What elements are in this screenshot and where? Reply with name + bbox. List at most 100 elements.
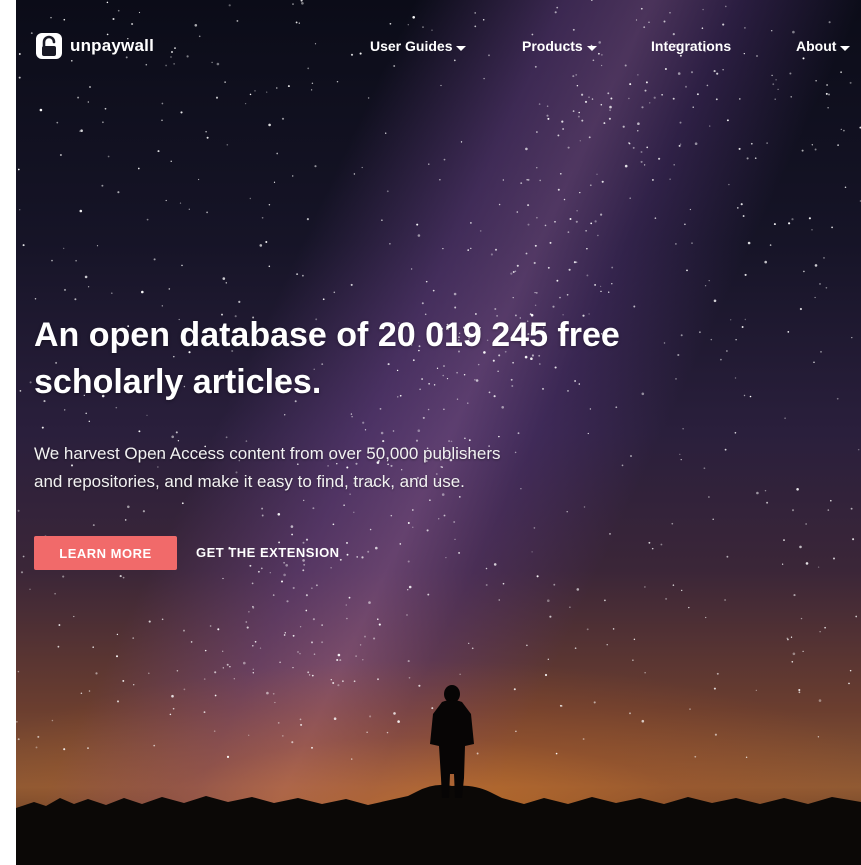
star	[501, 406, 505, 409]
star	[468, 642, 470, 645]
star	[648, 541, 651, 544]
star	[350, 283, 353, 286]
star	[792, 652, 796, 656]
star	[252, 668, 254, 670]
star	[678, 144, 681, 147]
star	[696, 93, 699, 96]
star	[62, 575, 65, 578]
star	[556, 279, 559, 282]
star	[578, 111, 580, 114]
star	[464, 437, 466, 440]
star	[479, 230, 482, 232]
star	[261, 216, 264, 219]
star	[651, 178, 654, 181]
star	[799, 307, 802, 311]
hero-background: unpaywall User Guides Products Integrati…	[16, 0, 861, 865]
star	[533, 527, 536, 529]
star	[546, 105, 549, 107]
star	[544, 224, 547, 227]
star	[544, 673, 548, 677]
star	[793, 594, 796, 597]
star	[407, 522, 410, 524]
star	[552, 305, 555, 308]
nav-products[interactable]: Products	[522, 38, 597, 54]
star	[34, 297, 37, 300]
star	[115, 406, 118, 409]
star	[584, 100, 588, 103]
nav-integrations[interactable]: Integrations	[651, 38, 731, 54]
star	[246, 626, 249, 629]
star	[583, 506, 586, 508]
star	[252, 672, 254, 674]
star	[205, 130, 207, 133]
star	[214, 671, 217, 674]
star	[692, 106, 694, 108]
star	[686, 269, 688, 272]
star	[137, 167, 140, 170]
star	[536, 131, 538, 133]
star	[346, 541, 348, 544]
star	[337, 653, 341, 657]
star	[87, 101, 89, 103]
star	[594, 283, 597, 286]
star	[63, 409, 66, 411]
star	[628, 97, 630, 100]
star	[261, 514, 264, 517]
star	[535, 292, 538, 294]
learn-more-button[interactable]: LEARN MORE	[34, 536, 177, 570]
star	[643, 164, 646, 166]
star	[170, 160, 172, 162]
star	[292, 634, 295, 637]
star	[251, 582, 254, 585]
star	[299, 626, 302, 628]
star	[680, 458, 682, 461]
star	[855, 615, 858, 618]
star	[547, 599, 550, 602]
star	[361, 166, 363, 169]
nav-about[interactable]: About	[796, 38, 851, 54]
star	[559, 172, 562, 175]
star	[557, 134, 560, 137]
star	[836, 397, 839, 400]
star	[599, 285, 602, 288]
star	[756, 491, 759, 495]
star	[88, 420, 91, 423]
star	[774, 98, 776, 101]
star	[146, 218, 149, 221]
star	[716, 672, 719, 675]
star	[225, 436, 228, 439]
star	[791, 660, 794, 663]
star	[726, 555, 729, 558]
star	[569, 606, 571, 609]
star	[197, 178, 200, 181]
star	[516, 264, 519, 267]
star	[547, 266, 550, 269]
star	[536, 575, 539, 578]
star	[339, 558, 342, 561]
star	[764, 489, 767, 492]
star	[557, 188, 560, 191]
nav-user-guides[interactable]: User Guides	[370, 38, 467, 54]
star	[77, 96, 80, 99]
star	[512, 296, 514, 299]
get-extension-button[interactable]: GET THE EXTENSION	[196, 536, 340, 570]
star	[443, 408, 445, 411]
star	[498, 435, 500, 438]
star	[709, 125, 711, 127]
star	[272, 594, 275, 596]
brand-logo[interactable]: unpaywall	[34, 31, 154, 61]
star	[427, 593, 430, 596]
star	[408, 676, 411, 679]
star	[567, 146, 570, 149]
star	[63, 247, 65, 250]
star	[591, 98, 594, 100]
star	[629, 197, 631, 199]
star	[837, 144, 839, 146]
nav-about-label: About	[796, 38, 837, 54]
star	[153, 258, 156, 261]
star	[116, 655, 118, 658]
star	[485, 567, 488, 570]
star	[217, 628, 220, 631]
standing-person	[430, 685, 474, 798]
star	[148, 620, 151, 623]
